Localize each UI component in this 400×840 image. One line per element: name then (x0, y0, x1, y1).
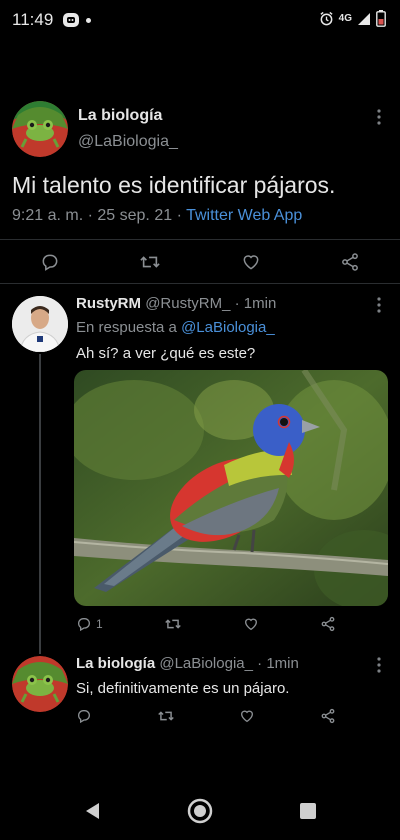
like-icon (243, 255, 259, 270)
reply-2-author-name[interactable]: La biología (76, 655, 155, 672)
share-button[interactable] (320, 708, 336, 724)
retweet-button[interactable] (139, 252, 161, 272)
divider (0, 239, 400, 240)
meta-separator: · (257, 655, 263, 672)
frog-avatar-image (12, 101, 68, 157)
reply-1-text: Ah sí? a ver ¿qué es este? (76, 345, 256, 362)
author-handle[interactable]: @LaBiologia_ (78, 133, 178, 151)
reply-2-time: 1min (266, 655, 299, 672)
reply-2-author-avatar[interactable] (12, 656, 68, 712)
share-icon (321, 616, 335, 632)
meta-separator: · (176, 207, 182, 224)
main-tweet-actions (40, 252, 360, 272)
reply-to-handle[interactable]: @LaBiologia_ (181, 319, 275, 336)
author-avatar[interactable] (12, 101, 68, 157)
reply-1-actions: 1 (76, 616, 336, 632)
tweet-meta: 9:21 a. m. · 25 sep. 21 · Twitter Web Ap… (12, 207, 302, 225)
reply-author-name[interactable]: RustyRM (76, 295, 141, 312)
retweet-icon (164, 619, 181, 629)
recents-icon[interactable] (299, 802, 317, 820)
retweet-button[interactable] (157, 708, 175, 724)
reply-prefix: En respuesta a (76, 319, 177, 336)
divider (0, 283, 400, 284)
status-right: 4G (319, 10, 386, 27)
retweet-icon (140, 256, 160, 268)
reply-icon (42, 254, 58, 271)
app-notification-icon (63, 13, 79, 27)
home-icon[interactable] (187, 798, 213, 824)
battery-icon (376, 10, 386, 27)
tweet-time: 9:21 a. m. (12, 207, 84, 224)
reply-2-text: Si, definitivamente es un pájaro. (76, 680, 290, 697)
share-icon (342, 253, 358, 271)
tweet-date: 25 sep. 21 (97, 207, 173, 224)
android-nav-bar (0, 782, 400, 840)
more-icon[interactable] (376, 656, 382, 678)
reply-button[interactable] (76, 708, 92, 724)
status-time: 11:49 (12, 10, 54, 29)
share-icon (321, 708, 335, 724)
tweet-text: Mi talento es identificar pájaros. (12, 172, 336, 198)
painted-bunting-image (74, 370, 388, 606)
like-button[interactable] (241, 252, 261, 272)
alarm-icon (320, 11, 333, 26)
author-name[interactable]: La biología (78, 107, 162, 125)
retweet-icon (157, 711, 174, 721)
tweet-photo[interactable] (74, 370, 388, 606)
reply-2-actions (76, 708, 336, 724)
reply-icon (78, 618, 90, 632)
reply-button[interactable] (40, 252, 60, 272)
reply-2-author-handle[interactable]: @LaBiologia_ (159, 655, 253, 672)
reply-author-handle[interactable]: @RustyRM_ (145, 295, 230, 312)
more-icon[interactable] (376, 108, 382, 130)
more-icon[interactable] (376, 296, 382, 318)
reply-author-avatar[interactable] (12, 296, 68, 352)
meta-separator: · (87, 207, 93, 224)
reply-2-header: La biología @LaBiologia_ · 1min (76, 655, 299, 672)
back-icon[interactable] (83, 801, 101, 821)
like-icon (241, 710, 254, 723)
notification-icons (62, 11, 91, 29)
like-button[interactable] (239, 708, 255, 724)
tweet-source[interactable]: Twitter Web App (186, 207, 302, 224)
retweet-button[interactable] (164, 616, 182, 632)
share-button[interactable] (320, 616, 336, 632)
reply-context: En respuesta a @LaBiologia_ (76, 319, 275, 336)
meta-separator: · (234, 295, 240, 312)
reply-time: 1min (243, 295, 277, 312)
reply-1-header: RustyRM @RustyRM_ · 1min (76, 295, 276, 312)
frog-avatar-image (12, 656, 68, 712)
like-icon (244, 618, 257, 631)
reply-button[interactable]: 1 (76, 616, 103, 632)
player-avatar-image (12, 296, 68, 352)
status-bar: 11:49 4G (0, 0, 400, 44)
network-type: 4G (338, 13, 352, 24)
reply-count: 1 (96, 617, 103, 631)
thread-line (39, 354, 41, 654)
like-button[interactable] (243, 616, 259, 632)
notification-dot (86, 17, 91, 23)
share-button[interactable] (340, 252, 360, 272)
signal-icon (358, 12, 370, 25)
reply-icon (78, 710, 90, 724)
